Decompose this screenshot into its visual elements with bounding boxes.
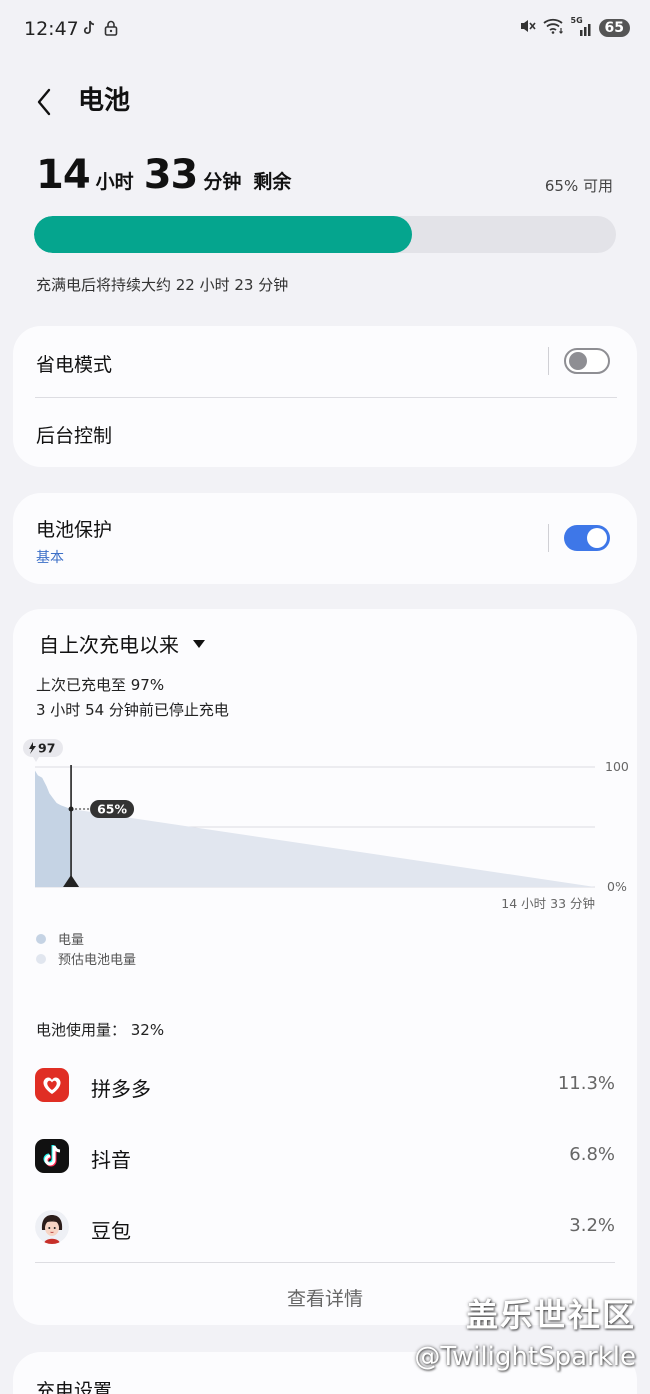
app-usage-row[interactable]: 抖音 6.8% (35, 1131, 615, 1181)
app-usage-percent: 11.3% (557, 1073, 615, 1094)
legend-estimated-label: 预估电池电量 (58, 953, 137, 968)
battery-protection-card[interactable]: 电池保护 基本 (13, 493, 637, 584)
battery-chart: 65% 97 100 0% 14 小时 33 分钟 (23, 739, 629, 911)
app-name: 豆包 (91, 1219, 131, 1243)
start-level-badge-pointer (33, 757, 39, 762)
watermark-site: 盖乐世社区 (465, 1296, 636, 1334)
back-button[interactable] (30, 78, 60, 118)
start-level-badge-text: 97 (38, 741, 55, 756)
mute-icon (519, 18, 537, 38)
legend-actual-label: 电量 (58, 933, 85, 948)
app-usage-percent: 3.2% (569, 1215, 615, 1236)
app-usage-row[interactable]: 豆包 3.2% (35, 1202, 615, 1252)
watermark-handle: @TwilightSparkle (414, 1342, 636, 1372)
pinduoduo-icon (35, 1068, 69, 1102)
remaining-hours: 14 (36, 152, 91, 198)
charging-settings-label: 充电设置 (36, 1380, 113, 1394)
toggle-divider (548, 524, 549, 552)
back-arrow-icon (37, 88, 51, 116)
current-level-badge: 65% (90, 800, 135, 818)
battery-usage-card: 自上次充电以来 上次已充电至 97% 3 小时 54 分钟前已停止充电 65% 9… (13, 609, 637, 1325)
battery-protection-mode: 基本 (36, 550, 64, 566)
toggle-knob (587, 528, 607, 548)
battery-level-badge: 65 (598, 19, 630, 37)
legend-estimated: 预估电池电量 (36, 949, 136, 968)
legend-actual: 电量 (36, 929, 84, 948)
estimated-battery-area (71, 809, 596, 887)
details-divider (35, 1262, 615, 1263)
period-dropdown[interactable]: 自上次充电以来 (39, 629, 205, 658)
dropdown-arrow-icon (193, 639, 205, 648)
y-axis-bottom-label: 0% (607, 879, 627, 894)
app-name: 拼多多 (91, 1077, 151, 1101)
time-remaining: 14 小时 33 分钟 剩余 (36, 152, 301, 198)
y-axis-top-label: 100 (605, 759, 629, 774)
hours-unit: 小时 (95, 171, 134, 193)
douyin-icon (35, 1139, 69, 1173)
minutes-unit: 分钟 (203, 171, 242, 193)
app-header: 电池 (0, 72, 650, 124)
remaining-word: 剩余 (253, 171, 292, 193)
power-saving-toggle[interactable] (564, 348, 610, 374)
start-level-badge: 97 (23, 739, 63, 762)
battery-level-bar (34, 216, 616, 253)
toggle-divider (548, 347, 549, 375)
row-divider (35, 397, 617, 398)
power-saving-mode-label[interactable]: 省电模式 (36, 350, 112, 377)
status-time: 12:47 (24, 18, 79, 40)
app-usage-percent: 6.8% (569, 1144, 615, 1165)
app-usage-row[interactable]: 拼多多 11.3% (35, 1060, 615, 1110)
available-percent: 65% 可用 (544, 177, 613, 195)
power-settings-card: 省电模式 后台控制 (13, 326, 637, 467)
x-axis-end-label: 14 小时 33 分钟 (501, 896, 595, 911)
battery-protection-label: 电池保护 (36, 519, 113, 541)
battery-usage-total: 电池使用量： 32% (36, 1021, 165, 1039)
period-label: 自上次充电以来 (39, 633, 179, 657)
last-charged-text: 上次已充电至 97% (36, 676, 165, 694)
actual-battery-area (35, 770, 72, 887)
battery-protection-toggle[interactable] (564, 525, 610, 551)
page-title: 电池 (78, 86, 131, 116)
battery-level-fill (34, 216, 413, 253)
full-charge-note: 充满电后将持续大约 22 小时 23 分钟 (36, 276, 289, 294)
toggle-knob (569, 352, 587, 370)
doubao-icon (35, 1210, 69, 1244)
signal-icon: 5G (571, 16, 593, 37)
tiktok-notification-icon (82, 20, 96, 40)
wifi-icon (542, 18, 565, 38)
status-bar: 12:47 5G 65 (0, 0, 650, 58)
legend-dot-estimated (36, 953, 46, 964)
lock-icon (104, 20, 118, 40)
remaining-minutes: 33 (143, 152, 199, 198)
legend-dot-actual (36, 933, 46, 944)
stopped-charging-text: 3 小时 54 分钟前已停止充电 (36, 701, 229, 719)
current-level-badge-text: 65% (97, 802, 127, 817)
background-control-item[interactable]: 后台控制 (36, 421, 112, 448)
app-name: 抖音 (91, 1148, 131, 1172)
